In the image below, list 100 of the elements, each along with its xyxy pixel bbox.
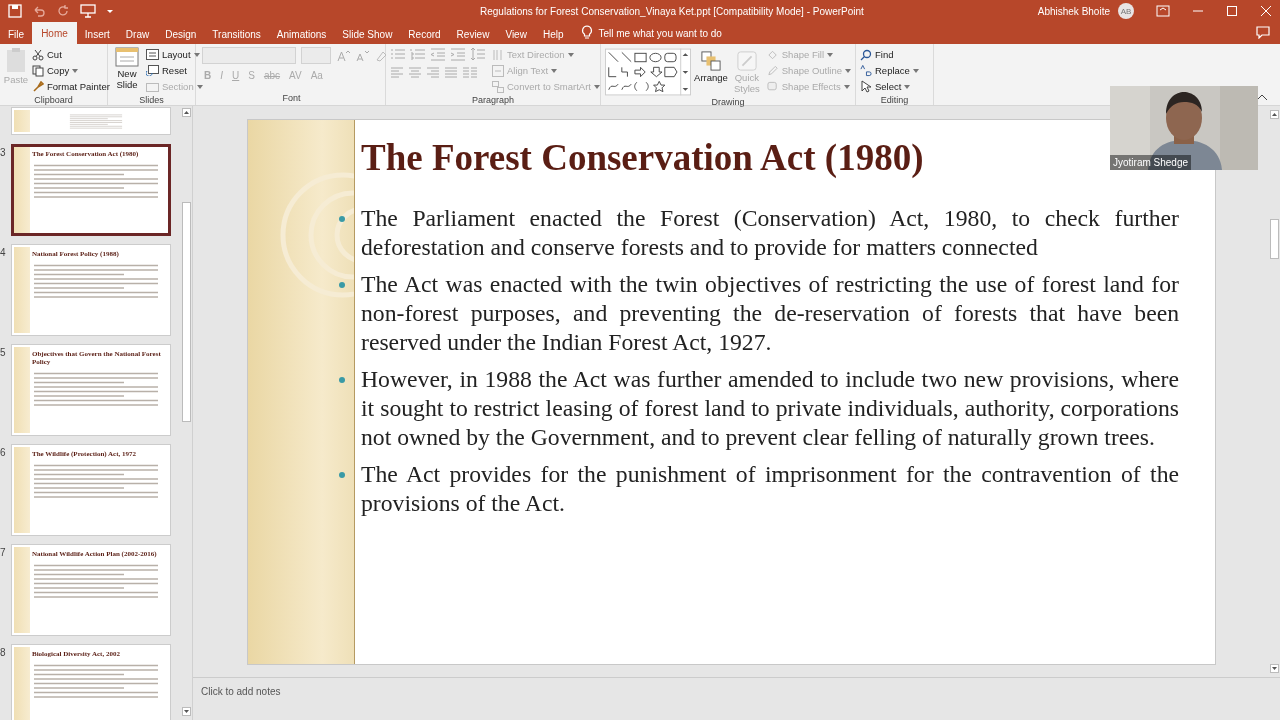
bullet-dot — [339, 216, 345, 222]
arrange-icon — [701, 51, 721, 71]
paintbrush-icon — [32, 80, 44, 93]
scroll-down-button[interactable] — [181, 707, 191, 716]
window-title: Regulations for Forest Conservation_Vinaya Ket.ppt [Compatibility Mode] - PowerPoint — [480, 5, 864, 17]
caret-icon — [912, 68, 919, 73]
slide-number: 8 — [0, 646, 7, 658]
layout-icon — [146, 49, 159, 60]
slide-number: 7 — [0, 546, 7, 558]
presentation-icon[interactable] — [80, 4, 96, 18]
decrease-indent-icon[interactable] — [430, 47, 446, 61]
ribbon-tab[interactable]: Help — [534, 24, 572, 44]
ribbon-tab[interactable]: Record — [400, 24, 449, 44]
ribbon-tab[interactable]: Transitions — [204, 24, 269, 44]
increase-font-icon[interactable] — [336, 48, 350, 63]
reset-icon — [146, 65, 159, 76]
caret-icon — [843, 84, 850, 89]
caret-icon — [593, 84, 600, 89]
caret-icon — [567, 52, 574, 57]
columns-icon[interactable] — [462, 67, 478, 79]
shape-effects-icon — [766, 80, 779, 93]
arrange-button[interactable]: Arrange — [695, 51, 727, 83]
bullets-icon[interactable] — [390, 47, 406, 61]
caret-icon — [827, 52, 834, 57]
save-icon[interactable] — [8, 4, 22, 18]
section-icon — [146, 81, 159, 92]
replace-button[interactable]: Replace — [860, 63, 919, 78]
group-label: Slides — [138, 94, 165, 106]
slide-icon — [115, 47, 139, 67]
increase-indent-icon[interactable] — [450, 47, 466, 61]
ribbon-tab[interactable]: File — [0, 24, 33, 44]
cut-button[interactable]: Cut — [32, 47, 110, 62]
caret-icon — [72, 68, 79, 73]
paint-bucket-icon — [766, 48, 779, 61]
find-button[interactable]: Find — [860, 47, 919, 62]
participant-name: Jyotiram Shedge — [1110, 155, 1192, 170]
scrollbar-thumb[interactable] — [181, 202, 191, 422]
bullet-text: The Act provides for the punishment of imprisonment for the contravention of the provisions of the Act. — [361, 460, 1179, 518]
scrollbar-thumb[interactable] — [1269, 219, 1279, 259]
copy-button[interactable]: Copy — [32, 63, 110, 78]
new-slide-button[interactable]: New Slide — [112, 47, 142, 90]
undo-icon[interactable] — [32, 4, 46, 18]
ribbon-tab[interactable]: Home — [32, 22, 77, 44]
caret-icon — [196, 84, 203, 89]
font-name-dropdown[interactable] — [202, 47, 296, 64]
quick-styles-icon — [736, 51, 757, 71]
close-icon[interactable] — [1260, 5, 1272, 17]
bullet-text: However, in 1988 the Act was further amended to include two new provisions, where it sought to restrict leasing of forest land to private individuals, authority, corporations not owned by the Government, and to prevent clear felling of naturally grown trees. — [361, 365, 1179, 452]
text-direction-icon — [492, 48, 504, 61]
copy-icon — [32, 64, 44, 77]
slide-thumbnail[interactable] — [12, 108, 170, 134]
shapes-gallery[interactable] — [605, 48, 691, 96]
slide-number: 4 — [0, 246, 7, 258]
select-button[interactable]: Select — [860, 79, 919, 94]
customize-caret-icon[interactable] — [106, 7, 114, 15]
maximize-icon[interactable] — [1226, 5, 1238, 17]
layout-button[interactable]: Layout — [146, 47, 203, 62]
numbering-icon[interactable] — [410, 47, 426, 61]
notes-field[interactable]: Click to add notes — [193, 677, 1280, 714]
comments-icon[interactable] — [1256, 26, 1270, 39]
slide-title: The Forest Conservation Act (1980) — [361, 136, 924, 180]
bullet-dot — [339, 377, 345, 383]
slide-number: 5 — [0, 346, 7, 358]
smartart-icon — [492, 80, 504, 93]
ribbon-tab[interactable]: Animations — [268, 24, 335, 44]
scissors-icon — [32, 48, 44, 61]
search-icon — [860, 48, 872, 61]
tell-me-search[interactable]: Tell me what you want to do — [598, 28, 722, 39]
pencil-icon — [766, 64, 779, 77]
ribbon-tab[interactable]: Draw — [117, 24, 158, 44]
cursor-icon — [860, 80, 872, 93]
bullet-text: The Act was enacted with the twin objectives of restricting the use of forest land for non-forest purposes, and preventing the de-reservation of forests that have been reserved under the Indian Forest Act, 1927. — [361, 270, 1179, 357]
ribbon-tab[interactable]: Design — [157, 24, 205, 44]
thumbnail-band — [14, 110, 30, 132]
format-painter-button[interactable]: Format Painter — [32, 79, 110, 94]
ribbon-tab[interactable]: Insert — [76, 24, 118, 44]
align-center-icon[interactable] — [408, 67, 422, 79]
clipboard-icon — [6, 47, 26, 73]
align-left-icon[interactable] — [390, 67, 404, 79]
line-spacing-icon[interactable] — [470, 47, 486, 61]
ribbon-tab[interactable]: View — [497, 24, 535, 44]
align-text-icon — [492, 64, 504, 77]
decrease-font-icon[interactable] — [355, 48, 369, 63]
reset-button[interactable]: Reset — [146, 63, 203, 78]
align-right-icon[interactable] — [426, 67, 440, 79]
lightbulb-icon — [581, 25, 594, 40]
ribbon-display-icon[interactable] — [1156, 5, 1170, 17]
redo-icon[interactable] — [56, 4, 70, 18]
font-size-dropdown[interactable] — [301, 47, 331, 64]
user-name: Abhishek Bhoite — [1037, 5, 1110, 17]
scroll-up-button[interactable] — [1269, 110, 1279, 119]
justify-icon[interactable] — [444, 67, 458, 79]
caret-icon — [551, 68, 557, 73]
replace-icon — [860, 64, 872, 77]
ribbon-tab[interactable]: Slide Show — [334, 24, 401, 44]
ribbon-tab[interactable]: Review — [448, 24, 498, 44]
user-avatar[interactable]: AB — [1118, 3, 1134, 19]
bullet-text: The Parliament enacted the Forest (Conservation) Act, 1980, to check further deforestation and conserve forests and to provide for matters connected — [361, 204, 1179, 262]
scroll-down-button[interactable] — [1269, 664, 1279, 673]
scroll-up-button[interactable] — [181, 108, 191, 117]
